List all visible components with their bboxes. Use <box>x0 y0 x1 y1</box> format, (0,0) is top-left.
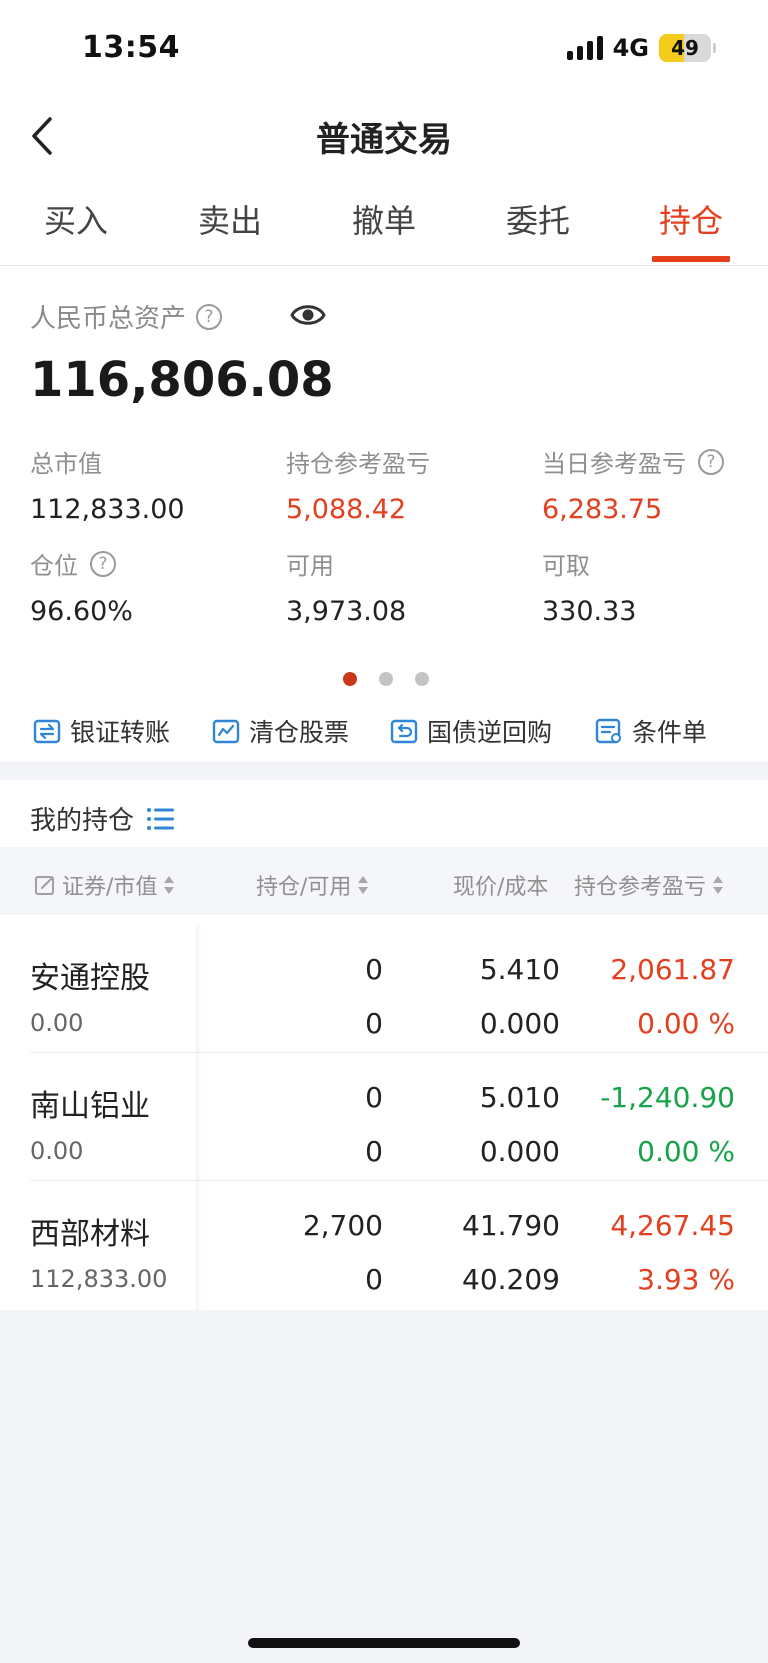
column-position[interactable]: 持仓/可用 <box>256 869 369 901</box>
eye-icon[interactable] <box>290 300 326 330</box>
table-row[interactable]: 南山铝业 0.00 0 0 5.010 0.000 -1,240.90 0.00… <box>0 1053 768 1181</box>
cost-price: 0.000 <box>479 1135 560 1168</box>
total-assets-label: 人民币总资产 ? <box>30 298 223 335</box>
trade-tabs: 买入 卖出 撤单 委托 持仓 <box>0 196 768 266</box>
table-row[interactable]: 西部材料 112,833.00 2,700 0 41.790 40.209 4,… <box>0 1181 768 1309</box>
position-qty: 2,700 <box>302 1209 383 1242</box>
position-qty: 0 <box>365 953 383 986</box>
network-type: 4G <box>612 34 649 62</box>
page-dot[interactable] <box>343 672 357 686</box>
condition-order-icon <box>595 718 621 744</box>
cost-price: 40.209 <box>462 1263 560 1296</box>
available-qty: 0 <box>365 1263 383 1296</box>
sort-icon <box>712 876 724 894</box>
current-price: 5.410 <box>479 953 560 986</box>
stat-value-market-value: 112,833.00 <box>30 494 185 525</box>
stat-label-daily-pnl: 当日参考盈亏 ? <box>542 444 724 479</box>
page-dot[interactable] <box>415 672 429 686</box>
stat-label-withdrawable: 可取 <box>542 552 590 580</box>
pnl-percent: 0.00 % <box>637 1007 735 1040</box>
reverse-repo-button[interactable]: 国债逆回购 <box>389 714 552 748</box>
tab-buy[interactable]: 买入 <box>26 196 126 242</box>
pnl-percent: 0.00 % <box>637 1135 735 1168</box>
status-indicators: 4G 49 <box>566 34 716 62</box>
signal-icon <box>566 36 603 60</box>
tab-sell[interactable]: 卖出 <box>180 196 280 242</box>
stock-market-value: 112,833.00 <box>30 1265 168 1293</box>
stat-label-position-ratio: 仓位 ? <box>30 546 116 581</box>
page-title: 普通交易 <box>316 120 452 160</box>
tab-cancel[interactable]: 撤单 <box>334 196 434 242</box>
stat-value-daily-pnl: 6,283.75 <box>542 494 663 525</box>
battery-level: 49 <box>671 36 699 60</box>
current-price: 5.010 <box>479 1081 560 1114</box>
tab-positions[interactable]: 持仓 <box>641 196 741 242</box>
current-price: 41.790 <box>462 1209 560 1242</box>
stock-market-value: 0.00 <box>30 1009 84 1037</box>
bank-transfer-button[interactable]: 银证转账 <box>32 714 170 748</box>
help-icon[interactable]: ? <box>698 448 724 475</box>
pnl-amount: -1,240.90 <box>600 1081 735 1114</box>
condition-order-button[interactable]: 条件单 <box>594 714 707 748</box>
stat-label-position-pnl: 持仓参考盈亏 <box>286 450 430 478</box>
stat-value-withdrawable: 330.33 <box>542 596 637 627</box>
repo-icon <box>390 719 418 744</box>
transfer-icon <box>33 719 61 744</box>
available-qty: 0 <box>365 1135 383 1168</box>
stat-value-available: 3,973.08 <box>286 596 407 627</box>
table-row[interactable]: 安通控股 0.00 0 0 5.410 0.000 2,061.87 0.00 … <box>0 925 768 1053</box>
status-time: 13:54 <box>82 30 180 65</box>
edit-icon[interactable] <box>34 874 56 896</box>
tab-orders[interactable]: 委托 <box>488 196 588 242</box>
holdings-title: 我的持仓 <box>30 800 176 837</box>
stat-value-position-ratio: 96.60% <box>30 596 133 627</box>
available-qty: 0 <box>365 1007 383 1040</box>
frozen-column-shadow <box>196 925 202 1310</box>
home-indicator[interactable] <box>248 1638 520 1648</box>
sort-icon <box>357 876 369 894</box>
stat-label-market-value: 总市值 <box>30 450 102 478</box>
help-icon[interactable]: ? <box>90 550 116 577</box>
pnl-amount: 2,061.87 <box>610 953 735 986</box>
list-icon[interactable] <box>146 806 176 832</box>
cost-price: 0.000 <box>479 1007 560 1040</box>
pnl-percent: 3.93 % <box>637 1263 735 1296</box>
battery-icon: 49 <box>659 34 711 62</box>
column-pnl[interactable]: 持仓参考盈亏 <box>574 869 724 901</box>
active-tab-indicator <box>652 256 730 262</box>
stock-name: 西部材料 <box>30 1217 150 1252</box>
stock-name: 南山铝业 <box>30 1089 150 1124</box>
help-icon[interactable]: ? <box>196 303 223 330</box>
page-dot[interactable] <box>379 672 393 686</box>
position-qty: 0 <box>365 1081 383 1114</box>
stat-value-position-pnl: 5,088.42 <box>286 494 407 525</box>
holdings-table-header: 证券/市值 持仓/可用 现价/成本 持仓参考盈亏 <box>0 847 768 915</box>
stock-name: 安通控股 <box>30 961 150 996</box>
page-indicator <box>343 672 429 686</box>
column-security[interactable]: 证券/市值 <box>34 869 175 901</box>
pnl-amount: 4,267.45 <box>610 1209 735 1242</box>
column-price: 现价/成本 <box>453 875 549 900</box>
stat-label-available: 可用 <box>286 552 334 580</box>
clear-positions-button[interactable]: 清仓股票 <box>211 714 349 748</box>
sort-icon <box>163 876 175 894</box>
stock-market-value: 0.00 <box>30 1137 84 1165</box>
clear-chart-icon <box>212 719 240 744</box>
total-assets-value: 116,806.08 <box>30 352 334 408</box>
